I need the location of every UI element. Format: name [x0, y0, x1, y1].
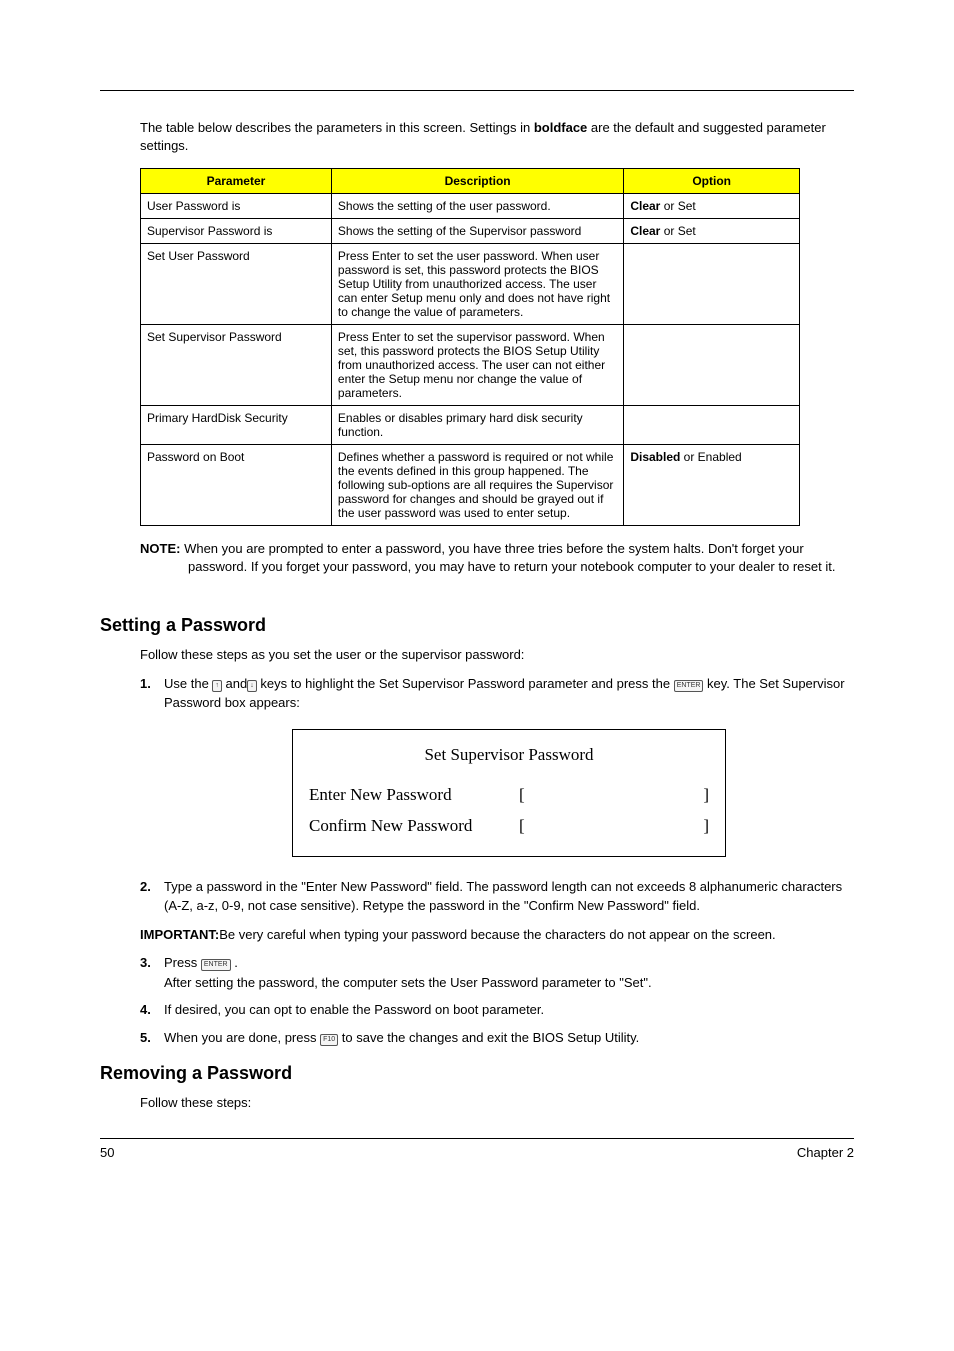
bracket-left: [	[519, 811, 525, 842]
bracket-right: ]	[703, 780, 709, 811]
list-item: 3. Press ENTER . After setting the passw…	[140, 953, 854, 992]
opt-rest: or Set	[660, 224, 695, 238]
enter-key-icon: ENTER	[201, 959, 231, 971]
td-param: Primary HardDisk Security	[141, 406, 332, 445]
td-option	[624, 244, 800, 325]
step5-text-a: When you are done, press	[164, 1030, 320, 1045]
note-block: NOTE: When you are prompted to enter a p…	[140, 540, 854, 575]
table-row: Supervisor Password is Shows the setting…	[141, 219, 800, 244]
step-number: 5.	[140, 1028, 151, 1048]
th-description: Description	[331, 169, 623, 194]
td-option: Clear or Set	[624, 194, 800, 219]
td-desc: Press Enter to set the supervisor passwo…	[331, 325, 623, 406]
list-item: 2. Type a password in the "Enter New Pas…	[140, 877, 854, 916]
setting-pw-intro: Follow these steps as you set the user o…	[140, 646, 854, 664]
f10-key-icon: F10	[320, 1034, 338, 1046]
table-row: Password on Boot Defines whether a passw…	[141, 445, 800, 526]
page-number: 50	[100, 1145, 114, 1160]
bios-dialog: Set Supervisor Password Enter New Passwo…	[292, 729, 726, 857]
td-option: Disabled or Enabled	[624, 445, 800, 526]
step-number: 4.	[140, 1000, 151, 1020]
steps-list-set-cont: 3. Press ENTER . After setting the passw…	[140, 953, 854, 1047]
td-option	[624, 406, 800, 445]
td-param: Set User Password	[141, 244, 332, 325]
down-arrow-key-icon: ↓	[247, 680, 257, 692]
list-item: 4. If desired, you can opt to enable the…	[140, 1000, 854, 1020]
table-row: User Password is Shows the setting of th…	[141, 194, 800, 219]
th-parameter: Parameter	[141, 169, 332, 194]
step4-text: If desired, you can opt to enable the Pa…	[164, 1002, 544, 1017]
removing-pw-intro: Follow these steps:	[140, 1094, 854, 1112]
step3-text-a: Press	[164, 955, 201, 970]
opt-rest: or Set	[660, 199, 695, 213]
intro-bold: boldface	[534, 120, 587, 135]
step-number: 3.	[140, 953, 151, 973]
bottom-rule	[100, 1138, 854, 1139]
page: The table below describes the parameters…	[0, 0, 954, 1200]
note-text: When you are prompted to enter a passwor…	[180, 541, 835, 574]
top-rule	[100, 90, 854, 91]
list-item: 1. Use the ↑ and↓ keys to highlight the …	[140, 674, 854, 857]
td-param: User Password is	[141, 194, 332, 219]
important-block: IMPORTANT:Be very careful when typing yo…	[140, 926, 854, 944]
step1-text-c: keys to highlight the Set Supervisor Pas…	[257, 676, 674, 691]
td-desc: Enables or disables primary hard disk se…	[331, 406, 623, 445]
opt-bold: Clear	[630, 199, 660, 213]
td-param: Supervisor Password is	[141, 219, 332, 244]
th-option: Option	[624, 169, 800, 194]
step1-text-a: Use the	[164, 676, 212, 691]
td-desc: Shows the setting of the Supervisor pass…	[331, 219, 623, 244]
important-text: Be very careful when typing your passwor…	[219, 927, 775, 942]
page-footer: 50 Chapter 2	[100, 1145, 854, 1160]
td-desc: Shows the setting of the user password.	[331, 194, 623, 219]
parameters-table: Parameter Description Option User Passwo…	[140, 168, 800, 526]
opt-rest: or Enabled	[680, 450, 741, 464]
bracket-left: [	[519, 780, 525, 811]
step1-text-b: and	[222, 676, 247, 691]
step3-text-b: .	[231, 955, 238, 970]
bios-row-label: Enter New Password	[309, 780, 519, 811]
opt-bold: Disabled	[630, 450, 680, 464]
table-row: Set Supervisor Password Press Enter to s…	[141, 325, 800, 406]
td-param: Set Supervisor Password	[141, 325, 332, 406]
opt-bold: Clear	[630, 224, 660, 238]
enter-key-icon: ENTER	[674, 680, 704, 692]
heading-setting-password: Setting a Password	[100, 615, 854, 636]
bios-row-label: Confirm New Password	[309, 811, 519, 842]
bios-dialog-title: Set Supervisor Password	[309, 740, 709, 771]
bios-row-enter: Enter New Password [ ]	[309, 780, 709, 811]
steps-list-set: 1. Use the ↑ and↓ keys to highlight the …	[140, 674, 854, 916]
table-row: Primary HardDisk Security Enables or dis…	[141, 406, 800, 445]
td-desc: Press Enter to set the user password. Wh…	[331, 244, 623, 325]
important-label: IMPORTANT:	[140, 927, 219, 942]
td-option	[624, 325, 800, 406]
intro-text-pre: The table below describes the parameters…	[140, 120, 534, 135]
heading-removing-password: Removing a Password	[100, 1063, 854, 1084]
table-row: Set User Password Press Enter to set the…	[141, 244, 800, 325]
td-option: Clear or Set	[624, 219, 800, 244]
chapter-label: Chapter 2	[797, 1145, 854, 1160]
step-number: 2.	[140, 877, 151, 897]
intro-paragraph: The table below describes the parameters…	[140, 119, 854, 154]
up-arrow-key-icon: ↑	[212, 680, 222, 692]
table-header-row: Parameter Description Option	[141, 169, 800, 194]
bios-row-confirm: Confirm New Password [ ]	[309, 811, 709, 842]
step2-text: Type a password in the "Enter New Passwo…	[164, 879, 842, 914]
list-item: 5. When you are done, press F10 to save …	[140, 1028, 854, 1048]
td-param: Password on Boot	[141, 445, 332, 526]
td-desc: Defines whether a password is required o…	[331, 445, 623, 526]
bracket-right: ]	[703, 811, 709, 842]
note-label: NOTE:	[140, 541, 180, 556]
step3-line2: After setting the password, the computer…	[164, 975, 652, 990]
bios-dialog-wrap: Set Supervisor Password Enter New Passwo…	[164, 729, 854, 857]
step5-text-b: to save the changes and exit the BIOS Se…	[338, 1030, 639, 1045]
step-number: 1.	[140, 674, 151, 694]
